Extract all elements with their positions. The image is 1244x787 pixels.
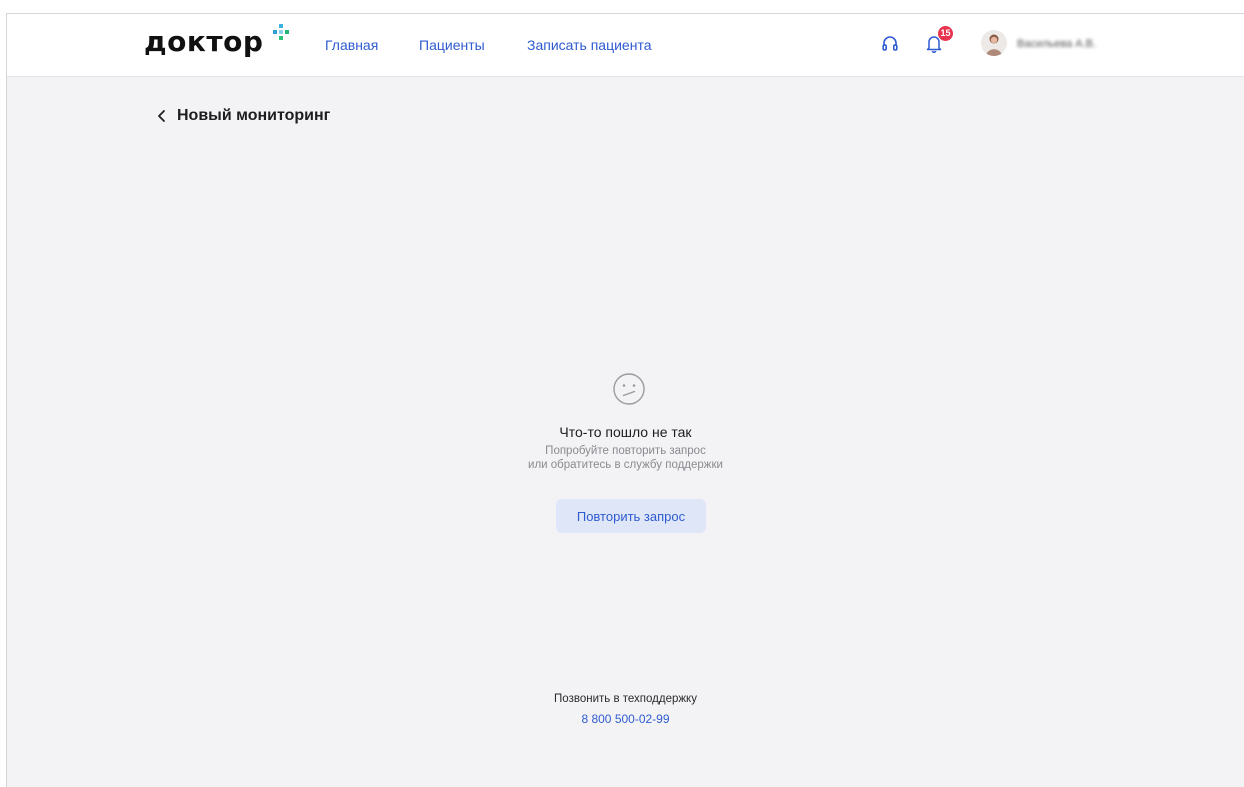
page-title: Новый мониторинг	[177, 107, 331, 124]
page-header: Новый мониторинг	[157, 107, 330, 125]
top-header: доктор Главная Пациенты Записать пациент…	[7, 14, 1244, 77]
app-window: доктор Главная Пациенты Записать пациент…	[6, 13, 1244, 787]
user-name[interactable]: Васильева А.В.	[1017, 38, 1096, 50]
notification-badge: 15	[938, 26, 953, 41]
nav-home[interactable]: Главная	[325, 37, 378, 53]
retry-button[interactable]: Повторить запрос	[556, 499, 706, 533]
logo-cross-icon	[273, 24, 289, 40]
error-subtitle-line2: или обратитесь в службу поддержки	[528, 459, 723, 471]
nav-book-patient[interactable]: Записать пациента	[527, 37, 651, 53]
support-phone-link[interactable]: 8 800 500-02-99	[7, 712, 1244, 726]
headset-icon[interactable]	[881, 35, 899, 53]
sad-face-icon	[613, 373, 645, 405]
logo[interactable]: доктор	[144, 25, 263, 58]
avatar[interactable]	[981, 30, 1007, 56]
support-label: Позвонить в техподдержку	[554, 693, 697, 705]
error-title: Что-то пошло не так	[559, 424, 692, 440]
error-subtitle: Попробуйте повторить запрос или обратите…	[7, 444, 1244, 472]
back-button[interactable]	[157, 109, 167, 123]
chevron-left-icon	[158, 110, 165, 122]
nav-patients[interactable]: Пациенты	[419, 37, 485, 53]
error-subtitle-line1: Попробуйте повторить запрос	[545, 445, 706, 457]
